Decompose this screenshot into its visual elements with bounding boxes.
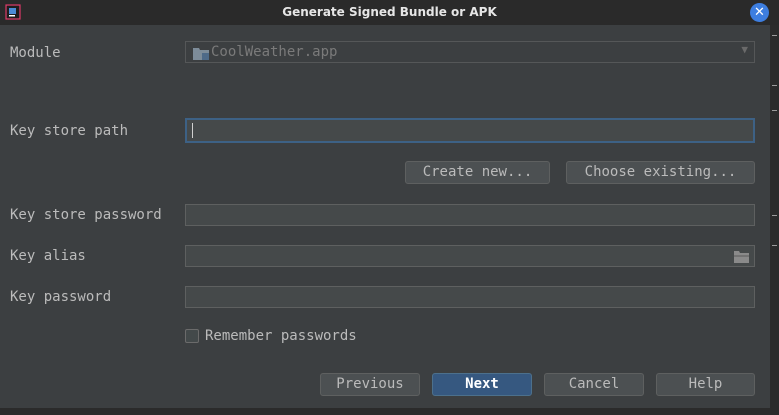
chevron-down-icon: ▼: [741, 43, 748, 56]
previous-button[interactable]: Previous: [320, 373, 420, 396]
background-window-bottom: [0, 408, 779, 415]
text-caret: [192, 123, 193, 138]
key-store-password-field[interactable]: [185, 204, 755, 226]
key-password-field[interactable]: [185, 286, 755, 308]
window-title: Generate Signed Bundle or APK: [282, 5, 497, 19]
background-window-edge: [770, 25, 779, 415]
create-new-button[interactable]: Create new...: [405, 161, 550, 184]
module-value: CoolWeather.app: [211, 44, 338, 60]
folder-icon[interactable]: [734, 250, 749, 263]
key-store-path-label: Key store path: [10, 123, 129, 139]
key-alias-label: Key alias: [10, 248, 86, 264]
cancel-button[interactable]: Cancel: [544, 373, 644, 396]
dialog-content: Module CoolWeather.app ▼ Key store path …: [0, 25, 770, 408]
title-bar: Generate Signed Bundle or APK ✕: [0, 0, 779, 25]
remember-passwords-label[interactable]: Remember passwords: [205, 328, 357, 344]
module-select[interactable]: CoolWeather.app ▼: [185, 41, 755, 63]
close-button[interactable]: ✕: [750, 3, 769, 22]
module-label: Module: [10, 45, 61, 61]
help-button[interactable]: Help: [656, 373, 755, 396]
close-icon: ✕: [754, 5, 765, 20]
key-password-label: Key password: [10, 289, 112, 305]
key-store-path-input[interactable]: [185, 118, 755, 143]
key-alias-field[interactable]: [185, 245, 755, 267]
key-store-password-label: Key store password: [10, 207, 162, 223]
remember-passwords-checkbox[interactable]: [185, 329, 199, 343]
module-folder-icon: [193, 48, 209, 60]
choose-existing-button[interactable]: Choose existing...: [566, 161, 755, 184]
next-button[interactable]: Next: [432, 373, 532, 396]
